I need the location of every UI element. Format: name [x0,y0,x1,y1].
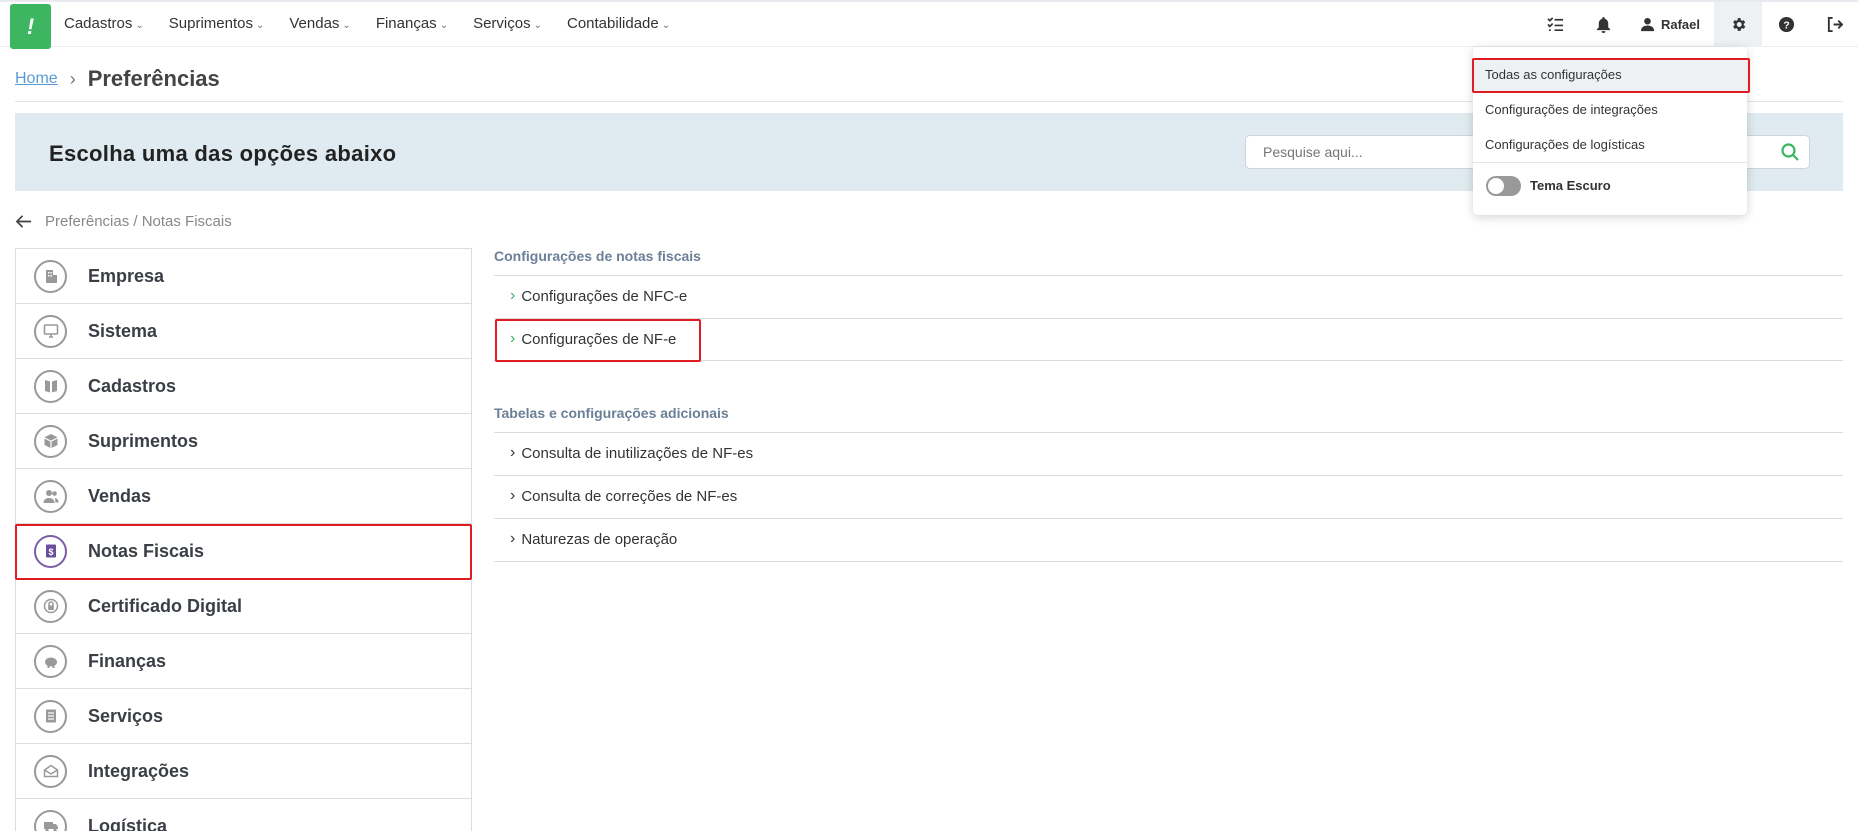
bell-icon[interactable] [1580,2,1628,47]
menu-item-servicos[interactable]: Serviços ⌄ [473,15,542,32]
link-naturezas-operacao[interactable]: › Naturezas de operação [510,530,677,548]
toggle-knob [1488,178,1504,194]
settings-dropdown: Todas as configurações Configurações de … [1473,47,1747,215]
page-title: Preferências [87,66,220,91]
left-item-suprimentos[interactable]: Suprimentos [16,414,471,469]
left-item-integracoes[interactable]: Integrações [16,744,471,799]
back-path: Preferências / Notas Fiscais [45,213,232,230]
chevron-right-icon: › [510,530,516,547]
chevron-right-icon: › [510,330,516,347]
gear-icon[interactable] [1714,2,1762,47]
left-item-notas-fiscais[interactable]: $ Notas Fiscais [16,524,471,579]
chevron-down-icon: ⌄ [342,20,351,31]
chevron-right-icon: › [510,444,516,461]
top-icons: Rafael ? [1532,2,1858,47]
truck-icon [34,809,67,831]
divider [494,360,1843,361]
divider [494,518,1843,519]
divider [494,432,1843,433]
user-menu[interactable]: Rafael [1628,2,1714,47]
top-navbar: ! Cadastros ⌄ Suprimentos ⌄ Vendas ⌄ Finanç… [0,0,1858,49]
search-icon[interactable] [1780,142,1800,162]
link-consulta-inutilizacoes[interactable]: › Consulta de inutilizações de NF-es [510,444,753,462]
tasks-icon[interactable] [1532,2,1580,47]
menu-item-cadastros[interactable]: Cadastros ⌄ [64,15,144,32]
document-icon [34,699,67,733]
dropdown-item-config-integracoes[interactable]: Configurações de integrações [1485,102,1658,117]
lock-icon [34,589,67,623]
box-icon [34,424,67,458]
left-item-financas[interactable]: Finanças [16,634,471,689]
left-item-logistica[interactable]: Logística [16,799,471,831]
arrow-left-icon[interactable] [15,213,32,230]
left-item-sistema[interactable]: Sistema [16,304,471,359]
section-title-tabelas: Tabelas e configurações adicionais [494,405,729,421]
menu-item-suprimentos[interactable]: Suprimentos ⌄ [169,15,265,32]
left-item-certificado-digital[interactable]: Certificado Digital [16,579,471,634]
left-item-vendas[interactable]: Vendas [16,469,471,524]
chevron-down-icon: ⌄ [255,20,265,31]
user-icon [1640,17,1655,32]
preferences-menu: Empresa Sistema Cadastros Suprimentos Ve… [15,248,472,831]
help-icon[interactable]: ? [1762,2,1810,47]
chevron-down-icon: ⌄ [661,20,671,31]
dropdown-divider [1473,162,1747,163]
banner-title: Escolha uma das opções abaixo [49,141,397,166]
piggy-bank-icon [34,644,67,678]
link-consulta-correcoes[interactable]: › Consulta de correções de NF-es [510,487,737,505]
user-name: Rafael [1660,17,1700,32]
dropdown-item-config-logisticas[interactable]: Configurações de logísticas [1485,137,1645,152]
monitor-icon [34,314,67,348]
menu-item-financas[interactable]: Finanças ⌄ [376,15,448,32]
chevron-down-icon: ⌄ [533,20,542,31]
building-icon [34,259,67,293]
breadcrumb: Home › Preferências [15,66,220,92]
section-title-notas-fiscais: Configurações de notas fiscais [494,248,701,264]
breadcrumb-separator: › [69,68,76,89]
link-config-nfe[interactable]: › Configurações de NF-e [510,330,676,348]
envelope-icon [34,754,67,788]
svg-text:$: $ [48,547,53,557]
book-icon [34,369,67,403]
divider [494,475,1843,476]
menu-item-contabilidade[interactable]: Contabilidade ⌄ [567,15,670,32]
divider [494,318,1843,319]
main-menu: Cadastros ⌄ Suprimentos ⌄ Vendas ⌄ Finanças… [64,15,695,32]
logout-icon[interactable] [1810,2,1858,47]
left-item-servicos[interactable]: Serviços [16,689,471,744]
dark-theme-label: Tema Escuro [1530,178,1611,193]
chevron-down-icon: ⌄ [135,20,144,31]
app-logo[interactable]: ! [10,4,51,49]
chevron-right-icon: › [510,487,516,504]
link-config-nfce[interactable]: › Configurações de NFC-e [510,287,687,305]
left-item-empresa[interactable]: Empresa [16,249,471,304]
divider [494,561,1843,562]
back-navigation[interactable]: Preferências / Notas Fiscais [15,213,232,230]
svg-text:?: ? [1783,20,1789,31]
menu-item-vendas[interactable]: Vendas ⌄ [289,15,350,32]
invoice-icon: $ [34,534,67,568]
dark-theme-toggle[interactable] [1486,176,1521,196]
chevron-right-icon: › [510,287,516,304]
people-icon [34,479,67,513]
breadcrumb-home-link[interactable]: Home [15,70,58,88]
divider [494,275,1843,276]
chevron-down-icon: ⌄ [439,20,449,31]
left-item-cadastros[interactable]: Cadastros [16,359,471,414]
dropdown-item-todas-configuracoes[interactable]: Todas as configurações [1485,67,1622,82]
